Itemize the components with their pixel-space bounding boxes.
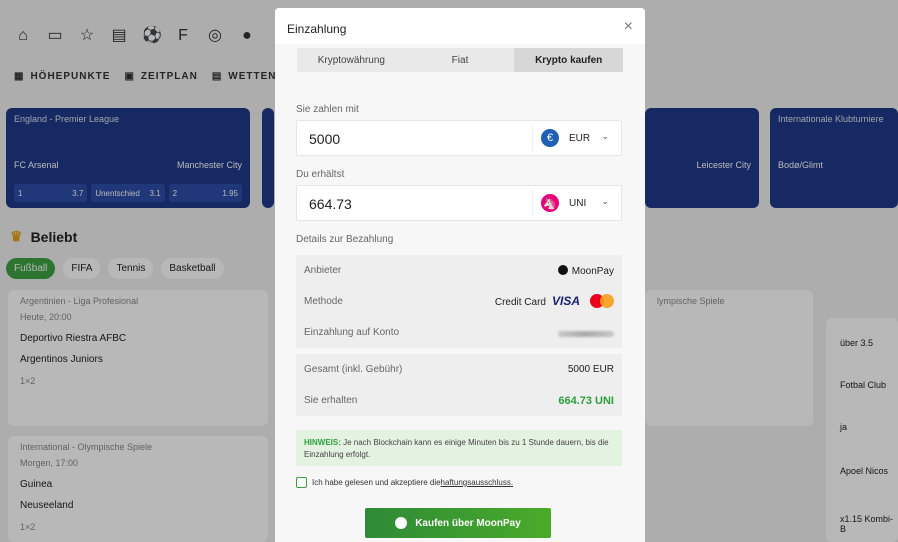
total-key: Gesamt (inkl. Gebühr) (304, 364, 403, 375)
provider-value: MoonPay (557, 265, 614, 277)
receive-value: 664.73 UNI (558, 395, 614, 407)
details-label: Details zur Bezahlung (296, 234, 394, 245)
total-row: Gesamt (inkl. Gebühr) 5000 EUR (296, 354, 622, 385)
get-label: Du erhältst (296, 169, 345, 180)
pay-currency-select[interactable]: € EUR ⌄ (532, 125, 617, 151)
agree-checkbox[interactable] (296, 477, 307, 488)
pay-label: Sie zahlen mit (296, 104, 359, 115)
mastercard-icon (590, 294, 614, 308)
provider-key: Anbieter (304, 265, 342, 276)
total-section: Gesamt (inkl. Gebühr) 5000 EUR Sie erhal… (296, 354, 622, 416)
tab-buy-crypto[interactable]: Krypto kaufen (514, 48, 624, 72)
method-key: Methode (304, 296, 343, 307)
account-row: Einzahlung auf Konto (296, 317, 622, 348)
agree-row: Ich habe gelesen und akzeptiere die haft… (296, 477, 513, 488)
pay-currency-value: EUR (569, 132, 591, 144)
euro-icon: € (541, 129, 559, 147)
payment-details: Anbieter MoonPay Methode Credit Card VISA… (296, 255, 622, 348)
modal-header: Einzahlung × (275, 8, 645, 44)
buy-button-label: Kaufen über MoonPay (415, 517, 521, 529)
tab-crypto[interactable]: Kryptowährung (297, 48, 406, 72)
account-value-blurred (558, 329, 614, 340)
hint-prefix: HINWEIS: (304, 438, 341, 447)
modal-body: Kryptowährung Fiat Krypto kaufen Sie zah… (275, 44, 645, 542)
moonpay-icon (395, 517, 408, 529)
receive-key: Sie erhalten (304, 395, 358, 406)
deposit-modal: Einzahlung × Kryptowährung Fiat Krypto k… (275, 8, 645, 542)
agree-text: Ich habe gelesen und akzeptiere die (312, 478, 441, 487)
uniswap-icon: 🦄 (541, 194, 559, 212)
hint-text: Je nach Blockchain kann es einige Minute… (304, 438, 609, 459)
modal-title: Einzahlung (287, 22, 347, 36)
chevron-down-icon: ⌄ (601, 196, 609, 206)
account-key: Einzahlung auf Konto (304, 327, 400, 338)
receive-row: Sie erhalten 664.73 UNI (296, 385, 622, 416)
pay-amount-value[interactable]: 5000 (309, 131, 340, 147)
method-row: Methode Credit Card VISA (296, 286, 622, 317)
tab-fiat[interactable]: Fiat (406, 48, 515, 72)
get-currency-select[interactable]: 🦄 UNI ⌄ (532, 190, 617, 216)
close-icon[interactable]: × (624, 19, 633, 35)
get-amount-field[interactable]: 664.73 🦄 UNI ⌄ (296, 185, 622, 221)
method-value: Credit Card VISA (495, 294, 614, 308)
get-amount-value[interactable]: 664.73 (309, 196, 352, 212)
get-currency-value: UNI (569, 197, 587, 209)
visa-icon: VISA (551, 294, 580, 308)
disclaimer-link[interactable]: haftungsausschluss. (441, 478, 514, 487)
chevron-down-icon: ⌄ (601, 131, 609, 141)
pay-amount-field[interactable]: 5000 € EUR ⌄ (296, 120, 622, 156)
deposit-tabs: Kryptowährung Fiat Krypto kaufen (297, 48, 624, 72)
moonpay-icon (557, 265, 568, 275)
provider-row: Anbieter MoonPay (296, 255, 622, 286)
hint-box: HINWEIS: Je nach Blockchain kann es eini… (296, 430, 622, 466)
total-value: 5000 EUR (567, 364, 614, 375)
buy-moonpay-button[interactable]: Kaufen über MoonPay (365, 508, 551, 538)
